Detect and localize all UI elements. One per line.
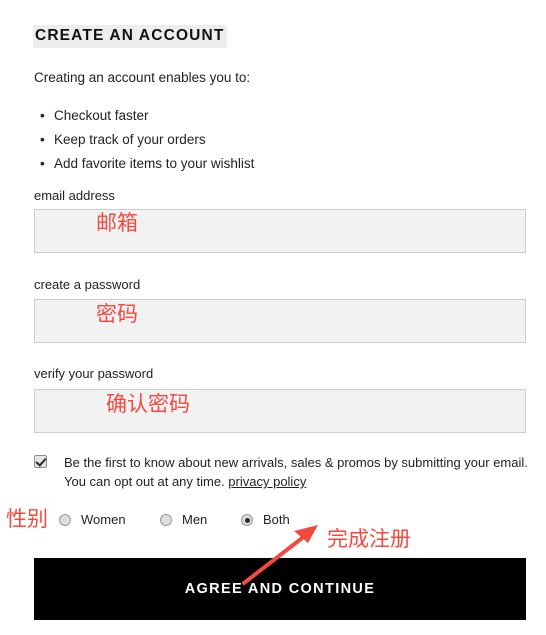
page-title: CREATE AN ACCOUNT — [33, 25, 228, 48]
gender-label-men: Men — [182, 512, 208, 527]
create-account-page: CREATE AN ACCOUNT Creating an account en… — [0, 0, 546, 635]
email-field[interactable] — [34, 209, 526, 253]
newsletter-optin-label: Be the first to know about new arrivals,… — [64, 453, 530, 491]
password-field-label: create a password — [34, 277, 141, 292]
agree-and-continue-button[interactable]: AGREE AND CONTINUE — [34, 558, 526, 620]
benefit-label: Keep track of your orders — [54, 132, 206, 147]
verify-password-field-label: verify your password — [34, 366, 154, 381]
gender-label-women: Women — [81, 512, 126, 527]
radio-icon-selected[interactable] — [241, 514, 253, 526]
radio-icon[interactable] — [160, 514, 172, 526]
benefit-label: Checkout faster — [54, 108, 149, 123]
list-item: • Add favorite items to your wishlist — [34, 152, 254, 176]
password-input[interactable] — [35, 300, 525, 342]
bullet-icon: • — [40, 156, 45, 171]
password-field[interactable] — [34, 299, 526, 343]
intro-text: Creating an account enables you to: — [34, 70, 251, 85]
annotation-submit: 完成注册 — [327, 527, 411, 551]
email-input[interactable] — [35, 210, 525, 252]
newsletter-checkbox[interactable] — [34, 455, 47, 468]
benefit-label: Add favorite items to your wishlist — [54, 156, 255, 171]
bullet-icon: • — [40, 108, 45, 123]
privacy-policy-link[interactable]: privacy policy — [228, 474, 306, 489]
annotation-gender: 性别 — [6, 507, 48, 531]
radio-icon[interactable] — [59, 514, 71, 526]
list-item: • Keep track of your orders — [34, 128, 254, 152]
verify-password-field[interactable] — [34, 389, 526, 433]
verify-password-input[interactable] — [35, 390, 525, 432]
bullet-icon: • — [40, 132, 45, 147]
email-field-label: email address — [34, 188, 115, 203]
list-item: • Checkout faster — [34, 104, 254, 128]
benefits-list: • Checkout faster • Keep track of your o… — [34, 104, 254, 176]
gender-label-both: Both — [263, 512, 290, 527]
